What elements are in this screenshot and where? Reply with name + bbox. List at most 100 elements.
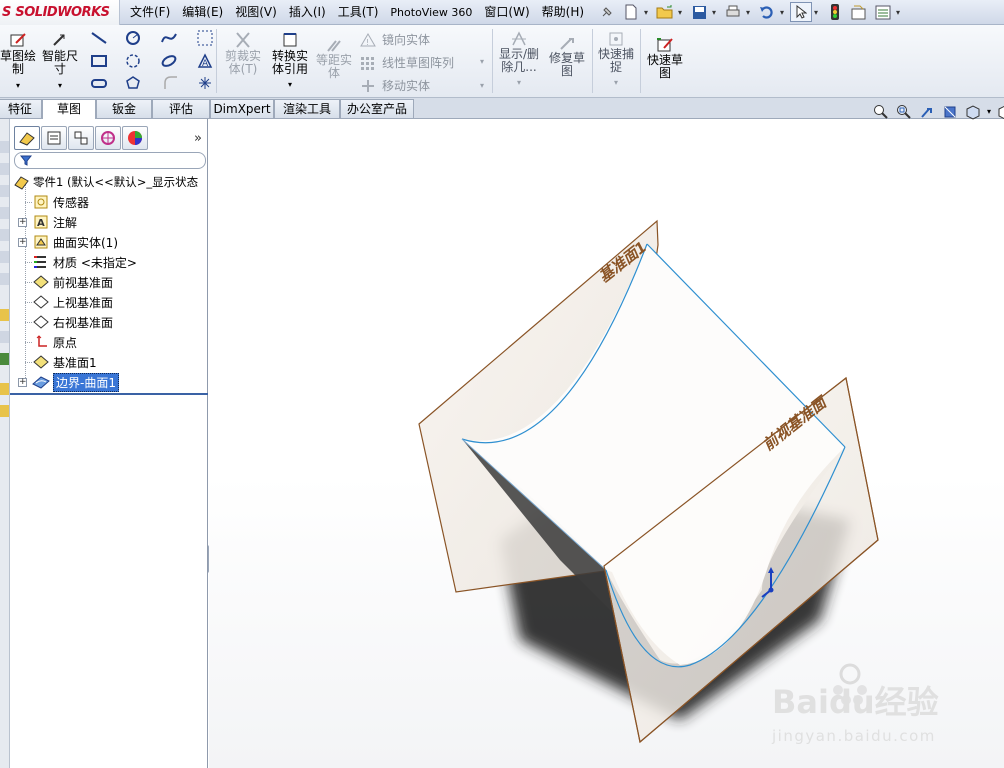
grid-tool-icon[interactable]	[194, 28, 216, 48]
point-tool-icon[interactable]	[194, 73, 216, 93]
strip-icon-6[interactable]	[0, 251, 9, 263]
tab-sketch[interactable]: 草图	[42, 99, 96, 120]
tab-evaluate[interactable]: 评估	[152, 99, 210, 118]
expand-toggle-icon[interactable]: +	[18, 378, 27, 387]
strip-icon-pencil[interactable]	[0, 309, 9, 321]
display-style-icon[interactable]	[996, 104, 1004, 120]
tree-root-part[interactable]: 零件1 (默认<<默认>_显示状态	[12, 172, 198, 192]
solidworks-logo[interactable]: S SOLIDWORKS	[0, 0, 120, 25]
strip-icon-1[interactable]	[0, 141, 9, 153]
rebuild-traffic-light-icon[interactable]	[824, 2, 846, 22]
slot-tool-icon[interactable]	[88, 73, 110, 93]
sketch-button[interactable]: 草图绘 制 ▾	[0, 31, 36, 92]
tree-item-origin[interactable]: 原点	[25, 332, 77, 352]
options-dropdown-icon[interactable]: ▾	[896, 8, 904, 17]
pin-icon[interactable]	[596, 2, 618, 22]
menu-window[interactable]: 窗口(W)	[478, 0, 535, 25]
strip-icon-11[interactable]	[0, 405, 9, 417]
tree-item-material[interactable]: 材质 <未指定>	[25, 252, 137, 272]
print-icon[interactable]	[722, 2, 744, 22]
menu-help[interactable]: 帮助(H)	[536, 0, 590, 25]
save-icon[interactable]	[688, 2, 710, 22]
previous-view-icon[interactable]	[918, 104, 936, 120]
menu-view[interactable]: 视图(V)	[229, 0, 283, 25]
repair-sketch-button[interactable]: 修复草 图	[546, 37, 588, 78]
tab-features[interactable]: 特征	[0, 99, 42, 118]
circle-tool-icon[interactable]	[122, 28, 144, 48]
polygon-tool-icon[interactable]	[122, 73, 144, 93]
open-folder-icon[interactable]	[654, 2, 676, 22]
strip-icon-2[interactable]	[0, 163, 9, 175]
tab-dimxpert[interactable]: DimXpert	[210, 99, 274, 118]
undo-dropdown-icon[interactable]: ▾	[780, 8, 788, 17]
display-manager-tab[interactable]	[122, 126, 148, 150]
tab-sheet-metal[interactable]: 钣金	[96, 99, 152, 118]
text-tool-icon[interactable]: A	[194, 51, 216, 71]
strip-icon-8[interactable]	[0, 331, 9, 343]
fillet-tool-icon[interactable]	[160, 73, 182, 93]
tree-item-surface-bodies[interactable]: + 曲面实体(1)	[18, 232, 118, 252]
options-icon[interactable]	[872, 2, 894, 22]
rollback-bar[interactable]	[10, 393, 208, 395]
trim-entities-button[interactable]: 剪裁实 体(T)	[222, 31, 264, 76]
new-dropdown-icon[interactable]: ▾	[644, 8, 652, 17]
arc-tool-icon[interactable]	[122, 51, 144, 71]
mirror-entities-button[interactable]: ! 镜向实体	[360, 31, 430, 48]
menu-edit[interactable]: 编辑(E)	[176, 0, 229, 25]
expand-toggle-icon[interactable]: +	[18, 238, 27, 247]
graphics-viewport[interactable]: 基准面1 前视基准面 Baidu经验 jingyan.baidu.com	[209, 119, 1004, 768]
tree-item-top-plane[interactable]: 上视基准面	[25, 292, 113, 312]
convert-entities-button[interactable]: 转换实 体引用 ▾	[268, 31, 312, 91]
linear-pattern-button[interactable]: 线性草图阵列	[360, 54, 454, 71]
menu-tools[interactable]: 工具(T)	[332, 0, 385, 25]
menu-file[interactable]: 文件(F)	[124, 0, 176, 25]
move-entities-button[interactable]: 移动实体	[360, 77, 430, 94]
file-properties-icon[interactable]	[848, 2, 870, 22]
strip-icon-7[interactable]	[0, 273, 9, 285]
view-orientation-icon[interactable]	[964, 104, 982, 120]
more-tabs-chevron-icon[interactable]: »	[194, 131, 202, 146]
quick-snaps-button[interactable]: 快速捕 捉 ▾	[596, 31, 636, 89]
open-dropdown-icon[interactable]: ▾	[678, 8, 686, 17]
view-orientation-dropdown-icon[interactable]: ▾	[987, 104, 991, 120]
expand-toggle-icon[interactable]: +	[18, 218, 27, 227]
tree-item-boundary-surface[interactable]: + 边界-曲面1	[18, 372, 119, 392]
strip-icon-3[interactable]	[0, 185, 9, 197]
select-dropdown-icon[interactable]: ▾	[814, 8, 822, 17]
strip-icon-10[interactable]	[0, 383, 9, 395]
ellipse-tool-icon[interactable]	[158, 51, 180, 71]
configuration-manager-tab[interactable]	[68, 126, 94, 150]
strip-icon-9[interactable]	[0, 353, 9, 365]
property-manager-tab[interactable]	[41, 126, 67, 150]
pattern-dropdown-icon[interactable]: ▾	[480, 57, 484, 66]
line-tool-icon[interactable]	[88, 28, 110, 48]
select-cursor-icon[interactable]	[790, 2, 813, 22]
undo-icon[interactable]	[756, 2, 778, 22]
zoom-to-fit-icon[interactable]	[872, 104, 890, 120]
strip-icon-5[interactable]	[0, 229, 9, 241]
tree-item-plane1[interactable]: 基准面1	[25, 352, 97, 372]
display-delete-relations-button[interactable]: 显示/删 除几... ▾	[496, 31, 542, 89]
save-dropdown-icon[interactable]: ▾	[712, 8, 720, 17]
feature-tree-filter[interactable]	[14, 152, 206, 169]
rectangle-tool-icon[interactable]	[88, 51, 110, 71]
tab-office-products[interactable]: 办公室产品	[340, 99, 414, 118]
tree-item-annotations[interactable]: + A 注解	[18, 212, 77, 232]
tree-item-front-plane[interactable]: 前视基准面	[25, 272, 113, 292]
zoom-to-area-icon[interactable]	[895, 104, 913, 120]
smart-dimension-button[interactable]: 智能尺 寸 ▾	[40, 31, 80, 92]
feature-tree-tab[interactable]	[14, 126, 40, 150]
spline-tool-icon[interactable]	[158, 28, 180, 48]
menu-insert[interactable]: 插入(I)	[283, 0, 332, 25]
move-dropdown-icon[interactable]: ▾	[480, 81, 484, 90]
dimxpert-manager-tab[interactable]	[95, 126, 121, 150]
section-view-icon[interactable]	[941, 104, 959, 120]
new-document-icon[interactable]	[620, 2, 642, 22]
strip-icon-4[interactable]	[0, 207, 9, 219]
tab-render-tools[interactable]: 渲染工具	[274, 99, 340, 118]
offset-entities-button[interactable]: 等距实 体	[314, 39, 354, 80]
rapid-sketch-button[interactable]: 快速草 图	[644, 37, 686, 80]
tree-item-sensors[interactable]: 传感器	[25, 192, 89, 212]
print-dropdown-icon[interactable]: ▾	[746, 8, 754, 17]
tree-item-right-plane[interactable]: 右视基准面	[25, 312, 113, 332]
